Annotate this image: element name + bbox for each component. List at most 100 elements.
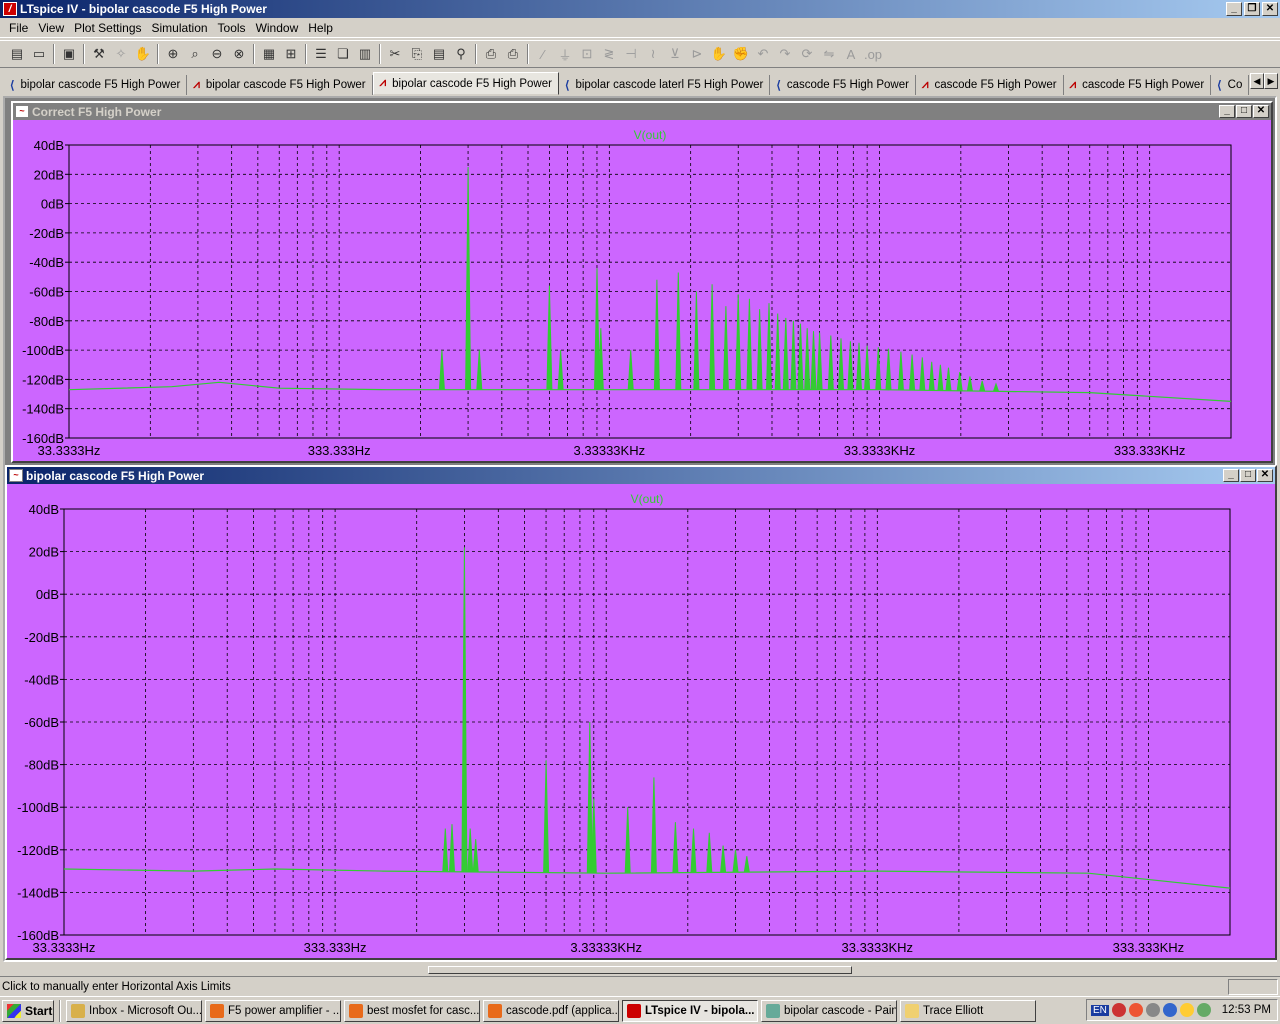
taskbar-task-label: cascode.pdf (applica... <box>506 1004 619 1017</box>
run-icon[interactable]: ✧ <box>110 43 132 65</box>
waveform-icon: ⩘ <box>921 78 929 91</box>
antivirus-icon[interactable] <box>1128 1003 1143 1017</box>
tab-document[interactable]: ⩘ bipolar cascode F5 High Power <box>372 72 559 95</box>
wire-icon[interactable]: ∕ <box>532 43 554 65</box>
spectrum-plot[interactable]: 40dB 20dB 0dB -20dB -40dB -60dB -80dB -100dB -12… <box>13 120 1271 461</box>
ltspice-icon: / <box>3 2 17 16</box>
rotate-icon[interactable]: ⟳ <box>796 43 818 65</box>
toolbar: ▤ ▭ ▣ ⚒ ✧ ✋ ⊕ ⌕ ⊖ ⊗ ▦ ⊞ ☰ ❏ ▥ ✂ ⎘ ▤ ⚲ ⎙ … <box>0 40 1280 68</box>
pane-minimize-button[interactable]: _ <box>1219 105 1235 118</box>
trace-label[interactable]: V(out) <box>631 492 664 506</box>
tab-label: cascode F5 High Power <box>934 79 1057 91</box>
language-indicator[interactable]: EN <box>1091 1004 1109 1016</box>
window-titlebar: / LTspice IV - bipolar cascode F5 High P… <box>0 0 1280 18</box>
connection-icon[interactable] <box>1196 1003 1211 1017</box>
print-setup-icon[interactable]: ⎙ <box>480 43 502 65</box>
spice-directive-icon[interactable]: .op <box>862 43 884 65</box>
label-icon[interactable]: ⊡ <box>576 43 598 65</box>
paste-icon[interactable]: ▤ <box>428 43 450 65</box>
text-icon[interactable]: A <box>840 43 862 65</box>
tab-document[interactable]: ⟨ bipolar cascode F5 High Power <box>4 75 188 95</box>
control-panel-icon[interactable]: ⚒ <box>88 43 110 65</box>
inductor-icon[interactable]: ≀ <box>642 43 664 65</box>
minimize-button[interactable]: _ <box>1226 2 1242 16</box>
menu-tools[interactable]: Tools <box>213 21 251 35</box>
y-tick-label: 0dB <box>36 587 59 602</box>
zoom-out-icon[interactable]: ⊖ <box>206 43 228 65</box>
zoom-area-icon[interactable]: ⌕ <box>184 43 206 65</box>
save-icon[interactable]: ▣ <box>58 43 80 65</box>
close-button[interactable]: ✕ <box>1262 2 1278 16</box>
tab-document[interactable]: ⩘ cascode F5 High Power <box>1064 75 1212 95</box>
diode-icon[interactable]: ⊻ <box>664 43 686 65</box>
pane-titlebar[interactable]: ~ Correct F5 High Power <box>13 103 1271 120</box>
scroll-thumb[interactable] <box>428 966 852 974</box>
taskbar-task[interactable]: best mosfet for casc... <box>344 999 480 1022</box>
halt-icon[interactable]: ✋ <box>132 43 154 65</box>
plot-background <box>13 120 1271 461</box>
tab-document[interactable]: ⟨ bipolar cascode laterl F5 High Power <box>559 75 771 95</box>
print-icon[interactable]: ⎙ <box>502 43 524 65</box>
taskbar-task[interactable]: Trace Elliott <box>900 999 1036 1022</box>
cut-icon[interactable]: ✂ <box>384 43 406 65</box>
firefox-icon <box>210 1003 224 1018</box>
pane-close-button[interactable]: ✕ <box>1257 469 1273 482</box>
taskbar-task[interactable]: LTspice IV - bipola... <box>622 999 758 1022</box>
tab-document[interactable]: ⩘ cascode F5 High Power <box>916 75 1064 95</box>
tab-document[interactable]: ⩘ bipolar cascode F5 High Power <box>187 75 373 95</box>
menu-simulation[interactable]: Simulation <box>147 21 213 35</box>
zoom-in-icon[interactable]: ⊕ <box>162 43 184 65</box>
messenger-icon[interactable] <box>1179 1003 1194 1017</box>
open-icon[interactable]: ▭ <box>28 43 50 65</box>
trace-label[interactable]: V(out) <box>634 128 667 142</box>
menu-help[interactable]: Help <box>303 21 338 35</box>
waveform-icon: ⩘ <box>1069 78 1077 91</box>
clock: 12:53 PM <box>1221 1004 1271 1016</box>
volume-icon[interactable] <box>1162 1003 1177 1017</box>
restore-button[interactable]: ❐ <box>1244 2 1260 16</box>
pane-minimize-button[interactable]: _ <box>1223 469 1239 482</box>
plot-pane-correct[interactable]: ~ Correct F5 High Power _ □ ✕ 40dB 20dB 0d… <box>11 101 1273 463</box>
zoom-fit-icon[interactable]: ⊗ <box>228 43 250 65</box>
tab-scroll-left-icon[interactable]: ◀ <box>1250 73 1264 89</box>
tab-document[interactable]: ⟨ Co <box>1211 75 1250 95</box>
redo-icon[interactable]: ↷ <box>774 43 796 65</box>
autorange-icon[interactable]: ▦ <box>258 43 280 65</box>
tile-vertical-icon[interactable]: ▥ <box>354 43 376 65</box>
horizontal-scrollbar[interactable] <box>0 964 1280 974</box>
menu-window[interactable]: Window <box>251 21 304 35</box>
taskbar-task-label: F5 power amplifier - ... <box>228 1004 341 1017</box>
start-button[interactable]: Start <box>2 999 54 1022</box>
resistor-icon[interactable]: ≷ <box>598 43 620 65</box>
mirror-icon[interactable]: ⇋ <box>818 43 840 65</box>
taskbar-task[interactable]: cascode.pdf (applica... <box>483 999 619 1022</box>
grid-icon[interactable]: ⊞ <box>280 43 302 65</box>
taskbar-task[interactable]: bipolar cascode - Paint <box>761 999 897 1022</box>
copy-icon[interactable]: ⎘ <box>406 43 428 65</box>
taskbar-task[interactable]: Inbox - Microsoft Ou... <box>66 999 202 1022</box>
spectrum-plot[interactable]: 40dB 20dB 0dB -20dB -40dB -60dB -80dB -100dB -12… <box>7 484 1275 958</box>
cascade-icon[interactable]: ❏ <box>332 43 354 65</box>
find-icon[interactable]: ⚲ <box>450 43 472 65</box>
new-schematic-icon[interactable]: ▤ <box>6 43 28 65</box>
network-icon[interactable] <box>1145 1003 1160 1017</box>
ground-icon[interactable]: ⏚ <box>554 43 576 65</box>
component-icon[interactable]: ⊳ <box>686 43 708 65</box>
pane-titlebar[interactable]: ~ bipolar cascode F5 High Power <box>7 467 1275 484</box>
tab-scroll-right-icon[interactable]: ▶ <box>1264 73 1278 89</box>
drag-icon[interactable]: ✊ <box>730 43 752 65</box>
move-icon[interactable]: ✋ <box>708 43 730 65</box>
menu-file[interactable]: File <box>4 21 33 35</box>
security-icon[interactable] <box>1111 1003 1126 1017</box>
undo-icon[interactable]: ↶ <box>752 43 774 65</box>
pane-close-button[interactable]: ✕ <box>1253 105 1269 118</box>
menu-view[interactable]: View <box>33 21 69 35</box>
tile-horizontal-icon[interactable]: ☰ <box>310 43 332 65</box>
plot-pane-bipolar[interactable]: ~ bipolar cascode F5 High Power _ □ ✕ 40… <box>5 465 1277 960</box>
menu-plot-settings[interactable]: Plot Settings <box>69 21 146 35</box>
capacitor-icon[interactable]: ⊣ <box>620 43 642 65</box>
tab-document[interactable]: ⟨ cascode F5 High Power <box>770 75 916 95</box>
pane-maximize-button[interactable]: □ <box>1240 469 1256 482</box>
taskbar-task[interactable]: F5 power amplifier - ... <box>205 999 341 1022</box>
pane-maximize-button[interactable]: □ <box>1236 105 1252 118</box>
